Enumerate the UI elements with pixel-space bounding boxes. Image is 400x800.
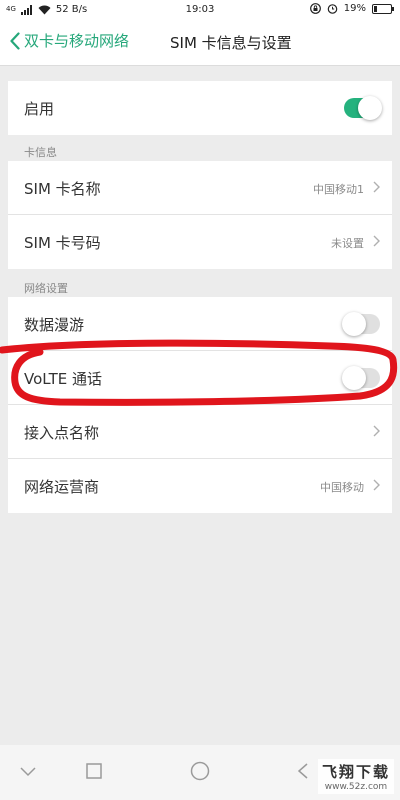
watermark-title: 飞翔下载 (321, 763, 390, 781)
enable-row[interactable]: 启用 (8, 81, 392, 135)
sim-name-value: 中国移动1 (313, 183, 364, 196)
battery-icon (372, 3, 394, 14)
chevron-left-icon (10, 31, 20, 50)
sim-number-label: SIM 卡号码 (24, 234, 101, 252)
carrier-row[interactable]: 网络运营商 中国移动 (8, 459, 392, 513)
recent-apps-button[interactable] (86, 763, 102, 779)
network-settings-card: 数据漫游 VoLTE 通话 接入点名称 网络运营商 中国移动 (8, 297, 392, 513)
watermark: 飞翔下载 www.52z.com (317, 759, 394, 794)
apn-label: 接入点名称 (24, 424, 100, 442)
chevron-right-icon (373, 425, 380, 437)
chevron-right-icon (373, 479, 380, 491)
chevron-right-icon (373, 181, 380, 193)
volte-row[interactable]: VoLTE 通话 (8, 351, 392, 405)
section-header-network: 网络设置 (24, 282, 68, 295)
title-bar: 双卡与移动网络 SIM 卡信息与设置 (0, 20, 400, 66)
enable-label: 启用 (24, 100, 55, 118)
battery-percent: 19% (343, 3, 366, 14)
back-label: 双卡与移动网络 (24, 32, 130, 50)
sim-number-value: 未设置 (331, 237, 364, 250)
data-roaming-label: 数据漫游 (24, 316, 85, 334)
volte-toggle[interactable] (342, 366, 380, 390)
status-bar: 4G 52 B/s 19:03 19% (0, 0, 400, 20)
carrier-label: 网络运营商 (24, 478, 100, 496)
alarm-clock-icon (327, 4, 338, 14)
back-button[interactable]: 双卡与移动网络 (10, 30, 129, 51)
volte-label: VoLTE 通话 (24, 370, 102, 388)
sim-name-row[interactable]: SIM 卡名称 中国移动1 (8, 161, 392, 215)
chevron-down-icon[interactable] (20, 767, 36, 777)
data-roaming-row[interactable]: 数据漫游 (8, 297, 392, 351)
status-time: 19:03 (185, 4, 215, 15)
home-button[interactable] (190, 761, 210, 781)
apn-row[interactable]: 接入点名称 (8, 405, 392, 459)
section-header-card-info: 卡信息 (24, 146, 57, 159)
sim-number-row[interactable]: SIM 卡号码 未设置 (8, 215, 392, 269)
data-roaming-toggle[interactable] (342, 312, 380, 336)
navigation-bar: 飞翔下载 www.52z.com (0, 745, 400, 800)
sim-name-label: SIM 卡名称 (24, 180, 101, 198)
back-nav-button[interactable] (298, 763, 308, 779)
page-title: SIM 卡信息与设置 (170, 34, 292, 52)
lock-rotation-icon (309, 3, 321, 14)
card-info-card: SIM 卡名称 中国移动1 SIM 卡号码 未设置 (8, 161, 392, 269)
carrier-value: 中国移动 (320, 481, 364, 494)
enable-card: 启用 (8, 81, 392, 135)
watermark-url: www.52z.com (324, 782, 388, 792)
enable-toggle[interactable] (344, 96, 382, 120)
chevron-right-icon (373, 235, 380, 247)
